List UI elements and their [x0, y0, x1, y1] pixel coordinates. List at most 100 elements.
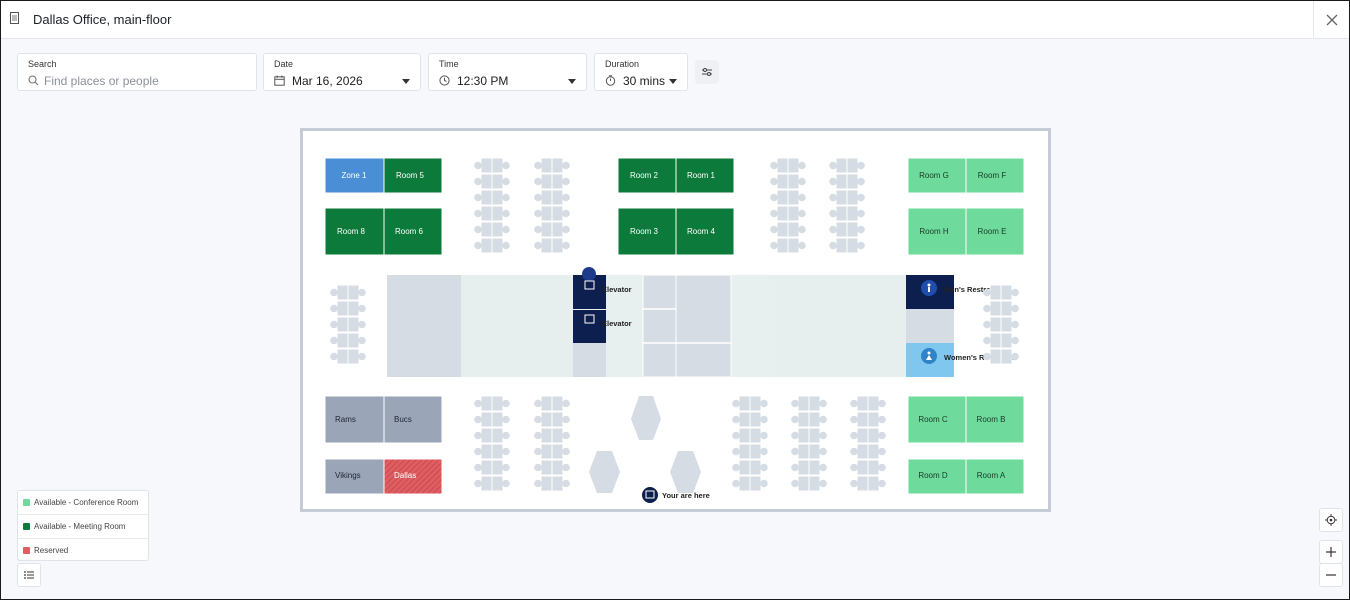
chair: [850, 479, 858, 488]
room-bucs-label: Bucs: [394, 415, 412, 424]
chair: [829, 241, 837, 250]
chair: [502, 225, 510, 234]
sliders-icon: [702, 68, 712, 76]
desk-cluster[interactable]: [770, 157, 806, 254]
duration-picker[interactable]: Duration 30 mins: [594, 53, 688, 91]
chair: [358, 336, 366, 345]
zoom-in-button[interactable]: [1319, 540, 1343, 564]
room-2[interactable]: Room 2: [617, 157, 677, 194]
chair: [760, 399, 768, 408]
zoom-out-button[interactable]: [1319, 563, 1343, 587]
room-zone-1[interactable]: Zone 1: [324, 157, 385, 194]
crosshair-icon: [1325, 514, 1337, 526]
chair: [502, 209, 510, 218]
desk-cluster[interactable]: [474, 157, 510, 254]
time-picker[interactable]: Time 12:30 PM: [428, 53, 587, 91]
room-5[interactable]: Room 5: [383, 157, 443, 194]
desk-cluster[interactable]: [534, 395, 570, 492]
chair: [791, 415, 799, 424]
chair: [474, 161, 482, 170]
room-c-label: Room C: [918, 415, 948, 424]
room-b-label: Room B: [977, 415, 1006, 424]
chair: [857, 209, 865, 218]
legend-toggle-button[interactable]: [17, 563, 41, 587]
room-3-label: Room 3: [630, 227, 659, 236]
room-f[interactable]: Room F: [965, 157, 1025, 194]
search-field[interactable]: Search Find places or people: [17, 53, 257, 91]
chair: [878, 399, 886, 408]
chevron-down-icon: [669, 79, 677, 84]
duration-label: Duration: [605, 59, 640, 69]
hex-table[interactable]: [631, 396, 661, 440]
chair: [330, 304, 338, 313]
room-b[interactable]: Room B: [965, 395, 1025, 444]
hex-table[interactable]: [589, 451, 620, 493]
room-c[interactable]: Room C: [907, 395, 967, 444]
desk-cluster[interactable]: [474, 395, 510, 492]
chair: [770, 193, 778, 202]
recenter-button[interactable]: [1319, 508, 1343, 532]
close-button[interactable]: [1313, 1, 1349, 38]
chair: [534, 415, 542, 424]
room-a[interactable]: Room A: [965, 458, 1025, 495]
room-vikings[interactable]: Vikings: [324, 458, 385, 495]
desk-cluster[interactable]: [330, 284, 366, 365]
chair: [798, 225, 806, 234]
desk-cluster[interactable]: [791, 395, 827, 492]
chair: [850, 447, 858, 456]
room-bucs[interactable]: Bucs: [383, 395, 443, 444]
room-4-label: Room 4: [687, 227, 716, 236]
room-rams[interactable]: Rams: [324, 395, 385, 444]
legend-item-meeting: Available - Meeting Room: [18, 515, 148, 539]
room-g[interactable]: Room G: [907, 157, 967, 194]
chair: [534, 463, 542, 472]
chair: [502, 447, 510, 456]
chair: [1011, 352, 1019, 361]
desk-cluster[interactable]: [732, 395, 768, 492]
chair: [474, 431, 482, 440]
room-4[interactable]: Room 4: [675, 207, 735, 256]
chair: [562, 431, 570, 440]
floor-map[interactable]: Elevator Elevator Men's Restroom Women's…: [300, 128, 1051, 512]
chair: [878, 415, 886, 424]
room-d-label: Room D: [918, 471, 948, 480]
room-e[interactable]: Room E: [965, 207, 1025, 256]
room-dallas[interactable]: Dallas: [383, 458, 443, 495]
desk-cluster[interactable]: [850, 395, 886, 492]
elevator-2-label: Elevator: [602, 319, 632, 328]
chair: [850, 431, 858, 440]
chair: [819, 399, 827, 408]
hex-table[interactable]: [670, 451, 701, 493]
chevron-down-icon: [402, 79, 410, 84]
chair: [562, 161, 570, 170]
desk-cluster[interactable]: [534, 157, 570, 254]
chair: [829, 161, 837, 170]
date-picker[interactable]: Date Mar 16, 2026: [263, 53, 421, 91]
chair: [502, 193, 510, 202]
chair: [850, 415, 858, 424]
chair: [732, 415, 740, 424]
desk-cluster[interactable]: [829, 157, 865, 254]
room-8[interactable]: Room 8: [324, 207, 385, 256]
search-input[interactable]: Find places or people: [44, 74, 159, 88]
chair: [857, 161, 865, 170]
chair: [534, 241, 542, 250]
you-are-here-marker: Your are here: [642, 487, 710, 503]
room-1[interactable]: Room 1: [675, 157, 735, 194]
room-3[interactable]: Room 3: [617, 207, 677, 256]
chair: [829, 193, 837, 202]
room-d[interactable]: Room D: [907, 458, 967, 495]
filter-settings-button[interactable]: [695, 60, 719, 84]
chair: [534, 209, 542, 218]
room-h[interactable]: Room H: [907, 207, 967, 256]
chair: [474, 463, 482, 472]
chair: [502, 177, 510, 186]
room-rams-label: Rams: [335, 415, 356, 424]
chair: [829, 177, 837, 186]
room-zone-1-label: Zone 1: [342, 171, 367, 180]
elevator-1-label: Elevator: [602, 285, 632, 294]
room-6[interactable]: Room 6: [383, 207, 443, 256]
chair: [562, 479, 570, 488]
date-value: Mar 16, 2026: [292, 74, 363, 88]
chair: [732, 463, 740, 472]
